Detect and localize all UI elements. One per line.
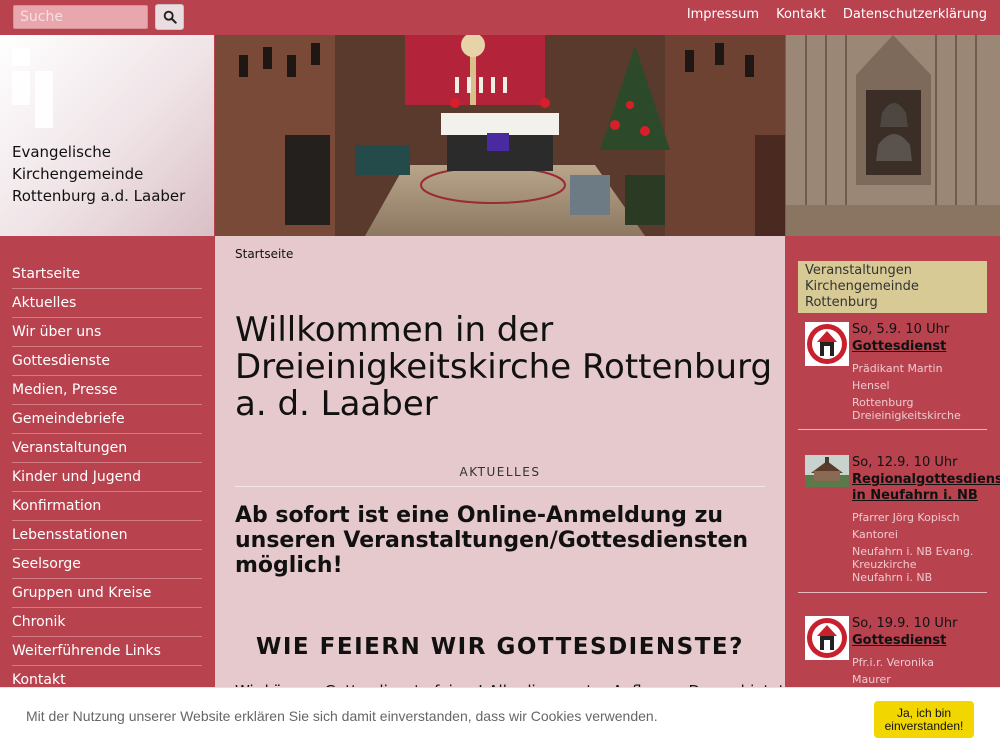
events-sidebar: Veranstaltungen Kirchengemeinde Rottenbu…: [786, 236, 1000, 750]
nav-link[interactable]: Kontakt: [12, 672, 66, 688]
nav-item-lebensstationen[interactable]: Lebensstationen: [12, 521, 202, 550]
nav-link[interactable]: Startseite: [12, 266, 80, 282]
nav-item-medien-presse[interactable]: Medien, Presse: [12, 376, 202, 405]
events-header: Veranstaltungen Kirchengemeinde Rottenbu…: [798, 261, 987, 313]
sub-heading: WIE FEIERN WIR GOTTESDIENSTE?: [256, 634, 744, 660]
event-divider: [798, 429, 987, 430]
event-meta: Pfarrer Jörg Kopisch Kantorei Neufahrn i…: [852, 511, 974, 584]
event-meta: Prädikant Martin Hensel Rottenburg Dreie…: [852, 362, 961, 422]
nav-link[interactable]: Konfirmation: [12, 498, 101, 514]
nav-link[interactable]: Lebensstationen: [12, 527, 128, 543]
event-title-link[interactable]: Regionalgottesdienst in Neufahrn i. NB: [852, 472, 1000, 504]
nav-link[interactable]: Wir über uns: [12, 324, 101, 340]
section-divider: [235, 486, 765, 487]
top-links: Impressum Kontakt Datenschutzerklärung: [687, 7, 987, 22]
cookie-banner: Mit der Nutzung unserer Website erklären…: [0, 687, 1000, 750]
church-logo-icon: [805, 322, 849, 366]
page-title: Willkommen in der Dreieinigkeitskirche R…: [235, 310, 773, 424]
news-headline[interactable]: Ab sofort ist eine Online-Anmeldung zu u…: [235, 503, 765, 578]
nav-item-konfirmation[interactable]: Konfirmation: [12, 492, 202, 521]
nav-link[interactable]: Medien, Presse: [12, 382, 117, 398]
nav-item-gottesdienste[interactable]: Gottesdienste: [12, 347, 202, 376]
sidebar-nav: Startseite Aktuelles Wir über uns Gottes…: [0, 236, 214, 750]
nav-link[interactable]: Aktuelles: [12, 295, 76, 311]
nav-item-kinder-jugend[interactable]: Kinder und Jugend: [12, 463, 202, 492]
nav-link[interactable]: Gemeindebriefe: [12, 411, 125, 427]
event-title-link[interactable]: Gottesdienst: [852, 633, 1000, 649]
search-input[interactable]: [13, 5, 148, 29]
breadcrumb[interactable]: Startseite: [235, 247, 293, 261]
nav-link[interactable]: Kinder und Jugend: [12, 469, 141, 485]
event-date: So, 5.9. 10 Uhr: [852, 322, 950, 337]
nav-item-veranstaltungen[interactable]: Veranstaltungen: [12, 434, 202, 463]
nav-link[interactable]: Gruppen und Kreise: [12, 585, 151, 601]
kontakt-link[interactable]: Kontakt: [776, 7, 826, 22]
nav-item-gruppen-kreise[interactable]: Gruppen und Kreise: [12, 579, 202, 608]
nav-item-startseite[interactable]: Startseite: [12, 260, 202, 289]
search-icon: [163, 10, 177, 24]
section-label-aktuelles: AKTUELLES: [459, 465, 541, 479]
nav-item-seelsorge[interactable]: Seelsorge: [12, 550, 202, 579]
church-logo-icon: [805, 616, 849, 660]
impressum-link[interactable]: Impressum: [687, 7, 759, 22]
nav-item-aktuelles[interactable]: Aktuelles: [12, 289, 202, 318]
datenschutz-link[interactable]: Datenschutzerklärung: [843, 7, 987, 22]
site-logo-area[interactable]: Evangelische Kirchengemeinde Rottenburg …: [0, 35, 214, 236]
nav-item-chronik[interactable]: Chronik: [12, 608, 202, 637]
nav-item-wir-ueber-uns[interactable]: Wir über uns: [12, 318, 202, 347]
event-divider: [798, 592, 987, 593]
nav-link[interactable]: Gottesdienste: [12, 353, 110, 369]
main-content: Startseite Willkommen in der Dreieinigke…: [215, 236, 785, 750]
cookie-text: Mit der Nutzung unserer Website erklären…: [26, 708, 658, 724]
event-date: So, 19.9. 10 Uhr: [852, 616, 958, 631]
nav-link[interactable]: Chronik: [12, 614, 66, 630]
nav-link[interactable]: Seelsorge: [12, 556, 81, 572]
event-title-link[interactable]: Gottesdienst: [852, 339, 1000, 355]
tower-image-bells: [786, 35, 1000, 236]
cookie-accept-button[interactable]: Ja, ich bin einverstanden!: [874, 701, 974, 738]
event-date: So, 12.9. 10 Uhr: [852, 455, 958, 470]
hero-image-church-interior: [215, 35, 785, 236]
site-title: Evangelische Kirchengemeinde Rottenburg …: [12, 143, 186, 205]
nav-link[interactable]: Veranstaltungen: [12, 440, 127, 456]
church-photo-icon: [805, 455, 849, 487]
top-bar: Impressum Kontakt Datenschutzerklärung: [0, 0, 1000, 35]
nav-item-links[interactable]: Weiterführende Links: [12, 637, 202, 666]
event-meta: Pfr.i.r. Veronika Maurer: [852, 656, 934, 686]
nav-link[interactable]: Weiterführende Links: [12, 643, 161, 659]
search-button[interactable]: [155, 4, 184, 30]
nav-item-gemeindebriefe[interactable]: Gemeindebriefe: [12, 405, 202, 434]
